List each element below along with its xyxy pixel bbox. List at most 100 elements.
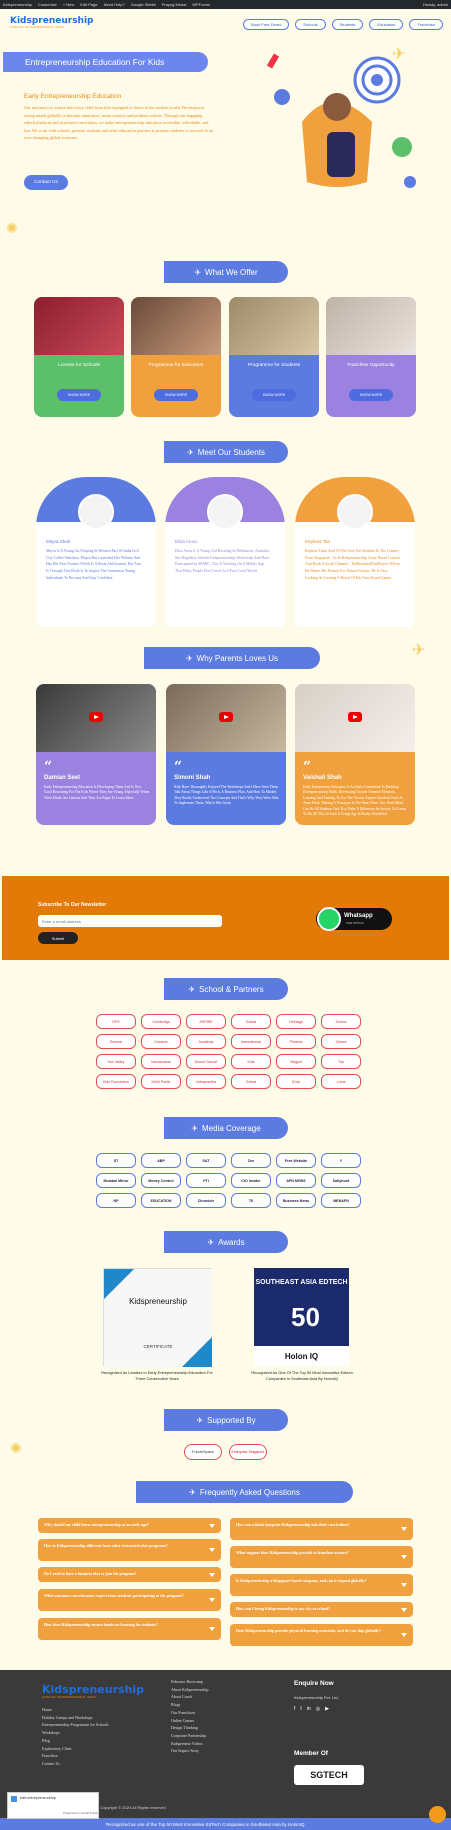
faq-question[interactable]: Does Kidspreneurship provide physical le…: [230, 1624, 413, 1646]
media-logo: TII: [231, 1193, 271, 1208]
footer-links-col1: Home Holiday Camps and Workshops Entrepr…: [42, 1706, 109, 1768]
partner-logo: Delhi Public: [141, 1074, 181, 1089]
footer-link[interactable]: About Coach: [171, 1693, 208, 1701]
footer-link[interactable]: Home: [42, 1706, 109, 1714]
footer-award-strip: Recognized as one of the Top 50 Most Inn…: [0, 1818, 451, 1830]
faq-question[interactable]: How can schools integrate Kidspreneurshi…: [230, 1518, 413, 1540]
offer-card-schools[interactable]: License for Schools KNOW MORE: [34, 297, 124, 417]
faq-question[interactable]: What support does Kidspreneurship provid…: [230, 1546, 413, 1568]
offer-title: Franchise Opportunity: [347, 363, 395, 368]
know-more-button[interactable]: KNOW MORE: [154, 389, 198, 401]
nav-educators[interactable]: Educators: [369, 19, 404, 30]
footer-link[interactable]: Blog: [42, 1737, 109, 1745]
main-nav: Book Free Demo Schools Students Educator…: [243, 19, 443, 30]
awards-heading-text: Awards: [218, 1237, 245, 1247]
partner-logo: Everest: [96, 1034, 136, 1049]
footer-link[interactable]: Entrepreneurship Programme for Schools: [42, 1721, 109, 1729]
footer-link[interactable]: Kidspreneur Videos: [171, 1740, 208, 1748]
newsletter-submit-button[interactable]: Submit: [38, 932, 78, 944]
admin-bar-item[interactable]: Need Help?: [104, 2, 125, 7]
contact-us-button[interactable]: Contact Us: [24, 175, 68, 190]
faq-question-text: Do I need to have a business idea to joi…: [44, 1571, 137, 1576]
testimonial-video[interactable]: [166, 684, 286, 752]
play-icon[interactable]: [348, 712, 362, 722]
footer-link[interactable]: Franchise: [42, 1752, 109, 1760]
footer-logo[interactable]: Kidspreneurship KINDLING ENTREPRENEURIAL…: [42, 1683, 144, 1699]
testimonial-video[interactable]: [295, 684, 415, 752]
offer-card-educators[interactable]: Programme for Educators KNOW MORE: [131, 297, 221, 417]
nav-book-demo[interactable]: Book Free Demo: [243, 19, 290, 30]
faq-question[interactable]: Why should my child learn entrepreneursh…: [38, 1518, 221, 1533]
offer-card-franchise[interactable]: Franchise Opportunity KNOW MORE: [326, 297, 416, 417]
paper-plane-icon: ✈: [196, 1415, 204, 1425]
twitter-icon[interactable]: t: [300, 1706, 301, 1712]
newsletter-email-input[interactable]: [38, 915, 222, 927]
faq-section-header: ✈ Frequently Asked Questions: [0, 1481, 451, 1503]
play-icon[interactable]: [89, 712, 103, 722]
offer-title: Programme for Educators: [148, 363, 204, 368]
media-logo-grid: ST ABP SAT Zee Free Website Y Mumbai Mir…: [96, 1153, 361, 1208]
admin-bar-item[interactable]: Customize: [38, 2, 57, 7]
footer-link[interactable]: Online Games: [171, 1717, 208, 1725]
footer-link[interactable]: About Kidspreneurship: [171, 1686, 208, 1694]
admin-bar-item[interactable]: + New: [63, 2, 74, 7]
paper-plane-icon: ✈: [191, 1123, 198, 1133]
admin-bar-item[interactable]: WPForms: [192, 2, 210, 7]
footer-link[interactable]: Contact Us: [42, 1760, 109, 1768]
footer-link[interactable]: Design Thinking: [171, 1724, 208, 1732]
site-logo[interactable]: Kidspreneurship KINDLING ENTREPRENEURIAL…: [10, 16, 94, 29]
media-heading: ✈ Media Coverage: [164, 1117, 288, 1139]
youtube-icon[interactable]: ▶: [325, 1706, 329, 1712]
faq-question[interactable]: How is Kidspreneurship different from ot…: [38, 1539, 221, 1561]
parent-testimonial-card: “ Vaishali Shah Early Entrepreneur Educa…: [295, 684, 415, 825]
faq-question-text: How is Kidspreneurship different from ot…: [44, 1543, 168, 1548]
chat-icon[interactable]: [429, 1806, 446, 1823]
whatsapp-button[interactable]: Whatsapp CHAT WITH US: [316, 907, 392, 931]
faq-question[interactable]: Is Kidspreneurship a Singapore-based com…: [230, 1574, 413, 1596]
faq-question[interactable]: How does Kidspreneurship ensure hands-on…: [38, 1618, 221, 1640]
facebook-icon[interactable]: f: [294, 1706, 295, 1712]
instagram-icon[interactable]: ◎: [316, 1706, 320, 1712]
nav-students[interactable]: Students: [331, 19, 364, 30]
partner-logo: Academy: [186, 1034, 226, 1049]
footer-link[interactable]: Exploratory Clinic: [42, 1745, 109, 1753]
partner-logo: Kidz Foundation: [96, 1074, 136, 1089]
copyright-text: Copyright © 2024 All Rights reserved.: [100, 1805, 167, 1810]
admin-bar-item[interactable]: Edit Page: [80, 2, 97, 7]
footer-link[interactable]: Workshops: [42, 1729, 109, 1737]
media-logo: Money Control: [141, 1173, 181, 1188]
partner-logo: International: [231, 1034, 271, 1049]
footer-link[interactable]: Corporate Partnership: [171, 1732, 208, 1740]
play-icon[interactable]: [219, 712, 233, 722]
footer-link[interactable]: Our Impact Story: [171, 1747, 208, 1755]
offer-section-header: ✈ What We Offer: [0, 261, 451, 283]
footer-link[interactable]: Holiday Camps and Workshops: [42, 1714, 109, 1722]
know-more-button[interactable]: KNOW MORE: [349, 389, 393, 401]
media-logo: EDUCATION: [141, 1193, 181, 1208]
offer-photo: [131, 297, 221, 355]
student-bio: Elisa Arora Is A Young Girl Residing In …: [175, 549, 270, 574]
faq-question-text: What outcomes can educators expect from …: [44, 1593, 184, 1598]
admin-bar-item[interactable]: Google Sitekit: [131, 2, 156, 7]
testimonial-video[interactable]: [36, 684, 156, 752]
footer-link[interactable]: Educator Bootcamp: [171, 1678, 208, 1686]
footer-link[interactable]: Blogs: [171, 1701, 208, 1709]
linkedin-icon[interactable]: in: [307, 1706, 311, 1712]
recaptcha-badge[interactable]: edit.entrepreneurship Protected by reCAP…: [7, 1792, 99, 1819]
admin-bar-item[interactable]: Prayog Modal: [162, 2, 187, 7]
footer-link[interactable]: Our Franchises: [171, 1709, 208, 1717]
nav-franchise[interactable]: Franchise: [409, 19, 443, 30]
faq-question[interactable]: How can I bring Kidspreneurship to my ci…: [230, 1602, 413, 1617]
media-section-header: ✈ Media Coverage: [0, 1117, 451, 1139]
faq-question[interactable]: Do I need to have a business idea to joi…: [38, 1567, 221, 1582]
know-more-button[interactable]: KNOW MORE: [57, 389, 101, 401]
know-more-button[interactable]: KNOW MORE: [252, 389, 296, 401]
faq-question[interactable]: What outcomes can educators expect from …: [38, 1589, 221, 1611]
student-name: Elisa Arora: [175, 539, 197, 544]
offer-card-students[interactable]: Programme for Students KNOW MORE: [229, 297, 319, 417]
admin-bar-howdy[interactable]: Howdy, admin: [423, 2, 448, 7]
admin-bar-item[interactable]: Kidspreneurship: [3, 2, 32, 7]
media-logo: CIO Insider: [231, 1173, 271, 1188]
nav-schools[interactable]: Schools: [295, 19, 326, 30]
paper-plane-icon: ✈: [185, 653, 193, 663]
